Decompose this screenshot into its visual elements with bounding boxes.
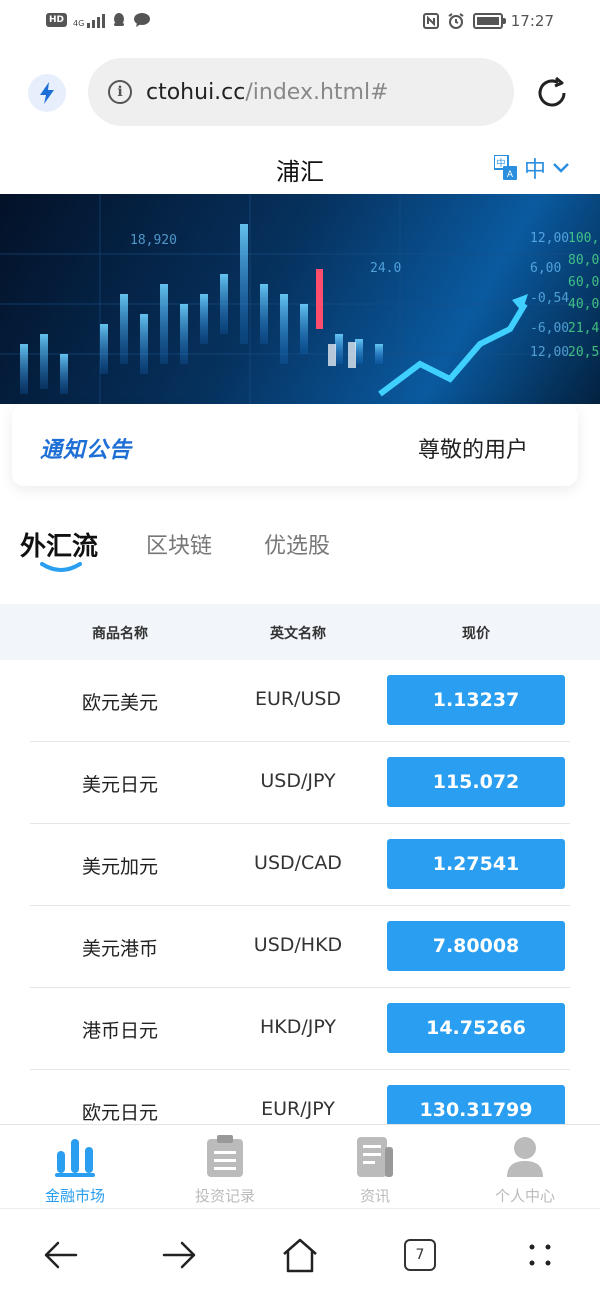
lightning-icon: [40, 82, 54, 104]
browser-toolbar: 7: [0, 1208, 600, 1300]
language-selector[interactable]: 中A 中: [493, 152, 570, 184]
nav-label: 个人中心: [494, 1187, 555, 1205]
svg-text:100,: 100,: [568, 231, 599, 246]
price-button[interactable]: 7.80008: [387, 921, 565, 971]
tab-stocks[interactable]: 优选股: [264, 528, 330, 560]
table-row[interactable]: 美元港币 USD/HKD 7.80008: [30, 906, 570, 988]
user-icon: [507, 1137, 543, 1177]
back-button[interactable]: [38, 1233, 82, 1277]
language-label: 中: [523, 158, 546, 183]
svg-text:60,0: 60,0: [568, 275, 599, 290]
more-dots-icon: [529, 1244, 551, 1266]
price-button[interactable]: 14.75266: [387, 1003, 565, 1053]
nav-label: 资讯: [359, 1187, 390, 1205]
nfc-icon: [422, 13, 439, 29]
arrow-right-icon: [162, 1241, 196, 1269]
svg-text:12,00: 12,00: [530, 231, 569, 246]
pair-symbol: HKD/JPY: [259, 1016, 337, 1038]
pair-name: 欧元美元: [81, 692, 158, 714]
table-header: 商品名称 英文名称 现价: [0, 604, 600, 660]
column-header-price: 现价: [462, 626, 490, 642]
nav-label: 投资记录: [194, 1187, 255, 1205]
nav-profile[interactable]: 个人中心: [450, 1135, 600, 1206]
svg-text:A: A: [507, 170, 514, 180]
svg-text:21,4: 21,4: [568, 321, 599, 336]
table-row[interactable]: 欧元美元 EUR/USD 1.13237: [30, 660, 570, 742]
clock: 17:27: [510, 12, 554, 30]
pair-symbol: EUR/USD: [254, 688, 342, 710]
signal-icon: 4G: [73, 12, 106, 28]
svg-text:80,0: 80,0: [568, 253, 599, 268]
notice-logo: 通知公告: [40, 438, 133, 463]
arrow-left-icon: [44, 1241, 78, 1269]
pair-name: 美元港币: [81, 938, 158, 960]
price-button[interactable]: 115.072: [387, 757, 565, 807]
address-bar[interactable]: i ctohui.cc/index.html#: [88, 58, 514, 126]
nav-markets[interactable]: 金融市场: [0, 1135, 150, 1206]
reload-icon[interactable]: [532, 73, 572, 113]
hd-badge: HD: [46, 13, 68, 27]
lightning-button[interactable]: [28, 74, 66, 112]
pair-name: 美元日元: [81, 774, 158, 796]
info-icon[interactable]: i: [108, 80, 132, 104]
tab-active-indicator: [40, 562, 82, 572]
home-button[interactable]: [278, 1233, 322, 1277]
alarm-icon: [448, 13, 464, 29]
bottom-nav: 金融市场 投资记录 资讯 个人中心: [0, 1124, 600, 1208]
column-header-name: 商品名称: [92, 626, 148, 642]
hero-banner: 18,920 24.0 12,00 6,00 -0,54 -6,00 12,00 100…: [0, 194, 600, 404]
url-host: ctohui.cc: [146, 79, 246, 105]
qq-icon: [114, 13, 125, 26]
nav-label: 金融市场: [44, 1187, 105, 1205]
nav-records[interactable]: 投资记录: [150, 1135, 300, 1206]
table-row[interactable]: 美元加元 USD/CAD 1.27541: [30, 824, 570, 906]
pair-symbol: EUR/JPY: [261, 1098, 335, 1120]
price-button[interactable]: 1.27541: [387, 839, 565, 889]
tab-count: 7: [404, 1239, 436, 1271]
menu-button[interactable]: [518, 1233, 562, 1277]
battery-icon: [472, 13, 506, 29]
pair-name: 港币日元: [81, 1020, 158, 1042]
table-row[interactable]: 美元日元 USD/JPY 115.072: [30, 742, 570, 824]
svg-text:20,5: 20,5: [568, 345, 599, 360]
clipboard-icon: [207, 1135, 243, 1177]
pair-name: 美元加元: [81, 856, 158, 878]
svg-text:18,920: 18,920: [130, 233, 177, 248]
pair-symbol: USD/JPY: [260, 770, 336, 792]
page-header: 浦汇 中A 中: [0, 140, 600, 194]
market-tabs: 外汇流 区块链 优选股: [0, 520, 600, 580]
nav-news[interactable]: 资讯: [300, 1135, 450, 1206]
home-icon: [283, 1238, 317, 1273]
tabs-button[interactable]: 7: [398, 1233, 442, 1277]
column-header-english: 英文名称: [270, 626, 326, 642]
notice-text: 尊敬的用户: [417, 438, 528, 463]
chat-icon: [134, 13, 151, 27]
table-row[interactable]: 港币日元 HKD/JPY 14.75266: [30, 988, 570, 1070]
svg-text:24.0: 24.0: [370, 261, 401, 276]
status-left: HD 4G: [46, 12, 151, 28]
chevron-down-icon: [553, 163, 569, 173]
svg-text:6,00: 6,00: [530, 261, 561, 276]
bar-chart-icon: [55, 1139, 95, 1177]
news-icon: [357, 1137, 393, 1177]
tab-blockchain[interactable]: 区块链: [146, 528, 212, 560]
network-type: 4G: [73, 19, 85, 28]
candlestick-chart-graphic: 18,920 24.0 12,00 6,00 -0,54 -6,00 12,00 100…: [0, 194, 600, 404]
status-right: 17:27: [422, 12, 554, 30]
pair-name: 欧元日元: [81, 1102, 158, 1124]
tab-forex[interactable]: 外汇流: [20, 526, 98, 563]
translate-icon: 中A: [493, 155, 517, 180]
svg-text:-6,00: -6,00: [530, 321, 569, 336]
pair-symbol: USD/CAD: [254, 852, 342, 874]
svg-text:-0,54: -0,54: [530, 291, 569, 306]
pair-symbol: USD/HKD: [253, 934, 343, 956]
svg-text:40,0: 40,0: [568, 297, 599, 312]
svg-text:12,00: 12,00: [530, 345, 569, 360]
status-bar: HD 4G 17:27: [0, 0, 600, 44]
notice-card[interactable]: 通知公告 尊敬的用户: [12, 404, 578, 486]
forward-button[interactable]: [158, 1233, 202, 1277]
price-button[interactable]: 1.13237: [387, 675, 565, 725]
url-path: /index.html#: [245, 79, 389, 105]
browser-url-bar: i ctohui.cc/index.html#: [0, 56, 600, 128]
